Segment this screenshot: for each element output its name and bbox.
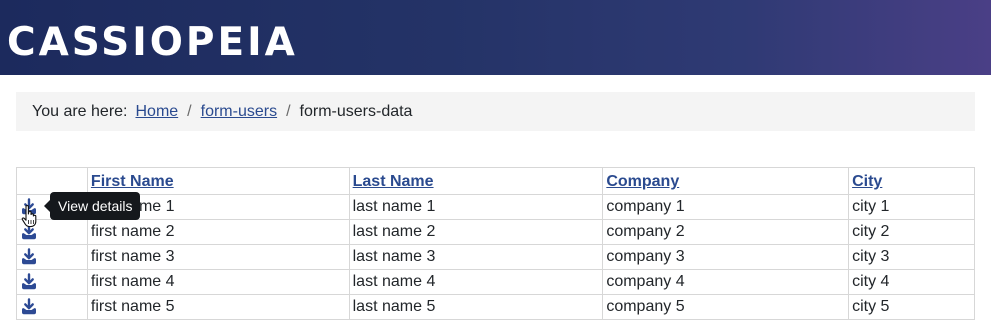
view-details-tooltip: View details: [43, 192, 141, 220]
cell-first-name: first name 2: [86, 219, 350, 245]
column-header-last-name: Last Name: [348, 167, 604, 195]
table-row: first name 3 last name 3 company 3 city 3: [16, 244, 975, 270]
column-header-first-name: First Name: [86, 167, 350, 195]
table-row: first name 1last name 1company 1city 1: [16, 194, 975, 220]
breadcrumb-prefix: You are here:: [32, 102, 128, 120]
cell-company: company 1: [602, 194, 850, 220]
row-actions-cell: [16, 269, 88, 295]
cell-company: company 4: [602, 269, 850, 295]
row-actions-cell: [16, 294, 88, 320]
users-table: First Name Last Name Company City first …: [16, 167, 975, 320]
breadcrumb-current: form-users-data: [299, 102, 413, 120]
sort-company-link[interactable]: Company: [606, 173, 679, 190]
column-header-actions: [16, 167, 88, 195]
sort-last-name-link[interactable]: Last Name: [353, 173, 434, 190]
cell-last-name: last name 2: [348, 219, 604, 245]
cell-city: city 2: [848, 219, 975, 245]
sort-city-link[interactable]: City: [852, 173, 882, 190]
view-details-icon[interactable]: [20, 273, 38, 291]
cell-last-name: last name 5: [348, 294, 604, 320]
table-header-row: First Name Last Name Company City: [16, 167, 975, 195]
cell-company: company 5: [602, 294, 850, 320]
column-header-company: Company: [602, 167, 850, 195]
view-details-icon[interactable]: [20, 298, 38, 316]
cell-company: company 3: [602, 244, 850, 270]
column-header-city: City: [848, 167, 975, 195]
cell-company: company 2: [602, 219, 850, 245]
cell-city: city 4: [848, 269, 975, 295]
cell-first-name: first name 4: [86, 269, 350, 295]
site-logo-title[interactable]: CASSIOPEIA: [7, 20, 298, 66]
sort-first-name-link[interactable]: First Name: [91, 173, 174, 190]
cell-city: city 3: [848, 244, 975, 270]
cell-city: city 1: [848, 194, 975, 220]
breadcrumb-separator: /: [286, 102, 291, 120]
cell-first-name: first name 5: [86, 294, 350, 320]
cell-last-name: last name 3: [348, 244, 604, 270]
site-header: CASSIOPEIA: [0, 0, 991, 75]
cell-last-name: last name 4: [348, 269, 604, 295]
table-row: first name 5 last name 5 company 5 city 5: [16, 294, 975, 320]
view-details-icon[interactable]: [20, 248, 38, 266]
breadcrumb-form-users-link[interactable]: form-users: [201, 103, 277, 121]
breadcrumb-home-link[interactable]: Home: [135, 103, 178, 121]
cell-last-name: last name 1: [348, 194, 604, 220]
cell-city: city 5: [848, 294, 975, 320]
hand-cursor-icon: [21, 205, 37, 228]
breadcrumb-separator: /: [187, 102, 192, 120]
cell-first-name: first name 3: [86, 244, 350, 270]
table-row: first name 2 last name 2 company 2 city 2: [16, 219, 975, 245]
breadcrumb: You are here: Home / form-users / form-u…: [16, 92, 975, 131]
table-row: first name 4 last name 4 company 4 city 4: [16, 269, 975, 295]
row-actions-cell: [16, 244, 88, 270]
